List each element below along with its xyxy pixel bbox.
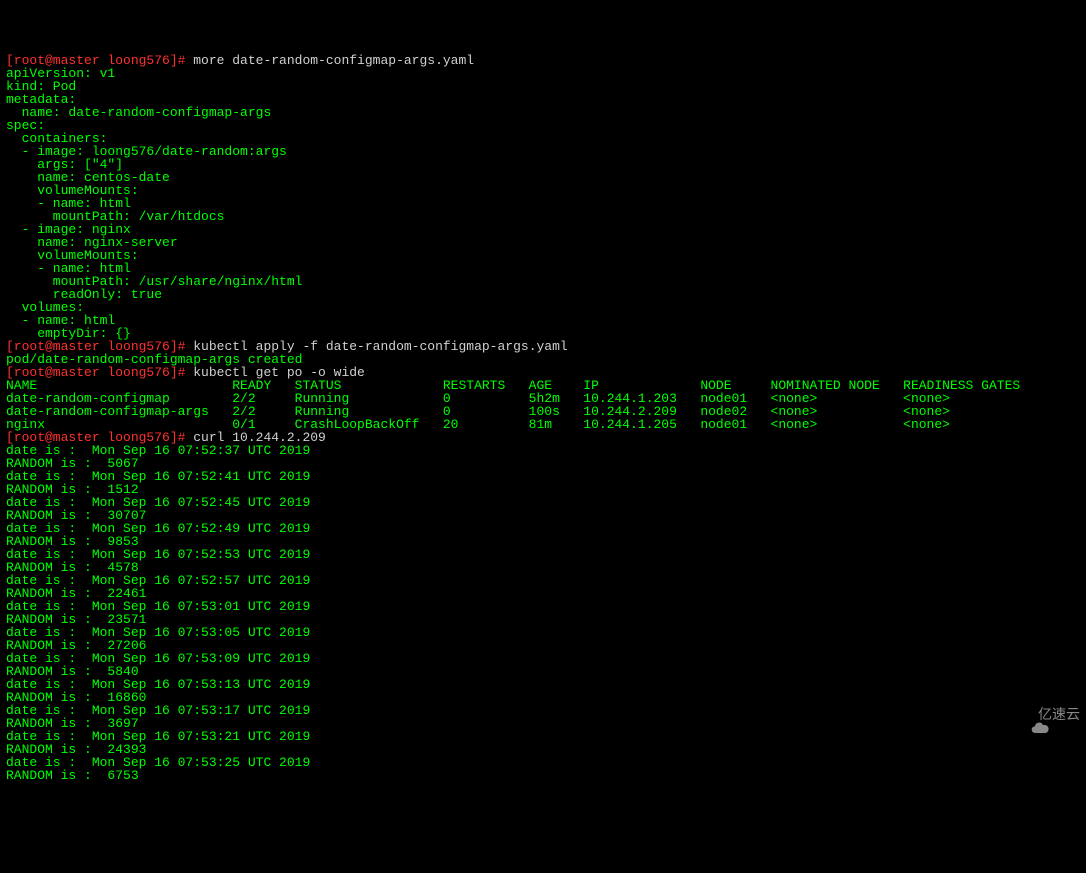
terminal-line: volumeMounts: [6,249,1080,262]
terminal-line: date is : Mon Sep 16 07:53:09 UTC 2019 [6,652,1080,665]
terminal-line: date is : Mon Sep 16 07:52:53 UTC 2019 [6,548,1080,561]
terminal-line: name: centos-date [6,171,1080,184]
watermark: 亿速云 [1014,704,1080,724]
watermark-text: 亿速云 [1038,707,1080,721]
terminal-line: name: nginx-server [6,236,1080,249]
terminal-line: date is : Mon Sep 16 07:52:37 UTC 2019 [6,444,1080,457]
terminal-line: name: date-random-configmap-args [6,106,1080,119]
terminal-line: - image: loong576/date-random:args [6,145,1080,158]
terminal-line: volumeMounts: [6,184,1080,197]
terminal-line: date is : Mon Sep 16 07:52:49 UTC 2019 [6,522,1080,535]
terminal-line: date is : Mon Sep 16 07:52:45 UTC 2019 [6,496,1080,509]
output-line: RANDOM is : 6753 [6,768,139,783]
terminal-line: date is : Mon Sep 16 07:53:05 UTC 2019 [6,626,1080,639]
terminal-line: spec: [6,119,1080,132]
terminal-line: readOnly: true [6,288,1080,301]
terminal-line: mountPath: /var/htdocs [6,210,1080,223]
terminal-line: date is : Mon Sep 16 07:52:57 UTC 2019 [6,574,1080,587]
terminal-line: date is : Mon Sep 16 07:53:17 UTC 2019 [6,704,1080,717]
output-line: name: date-random-configmap-args [6,105,271,120]
terminal-line: RANDOM is : 6753 [6,769,1080,782]
terminal-line: date is : Mon Sep 16 07:53:13 UTC 2019 [6,678,1080,691]
terminal-line: date is : Mon Sep 16 07:53:25 UTC 2019 [6,756,1080,769]
terminal-line: volumes: [6,301,1080,314]
terminal-line: date is : Mon Sep 16 07:53:01 UTC 2019 [6,600,1080,613]
terminal-line: apiVersion: v1 [6,67,1080,80]
terminal-line: mountPath: /usr/share/nginx/html [6,275,1080,288]
terminal-line: kind: Pod [6,80,1080,93]
terminal-line: - name: html [6,314,1080,327]
command-text: more date-random-configmap-args.yaml [193,53,474,68]
terminal-line: date is : Mon Sep 16 07:53:21 UTC 2019 [6,730,1080,743]
terminal-line: [root@master loong576]# more date-random… [6,54,1080,67]
terminal-line: date is : Mon Sep 16 07:52:41 UTC 2019 [6,470,1080,483]
terminal-output[interactable]: [root@master loong576]# more date-random… [6,54,1080,782]
cloud-icon [1014,704,1034,724]
